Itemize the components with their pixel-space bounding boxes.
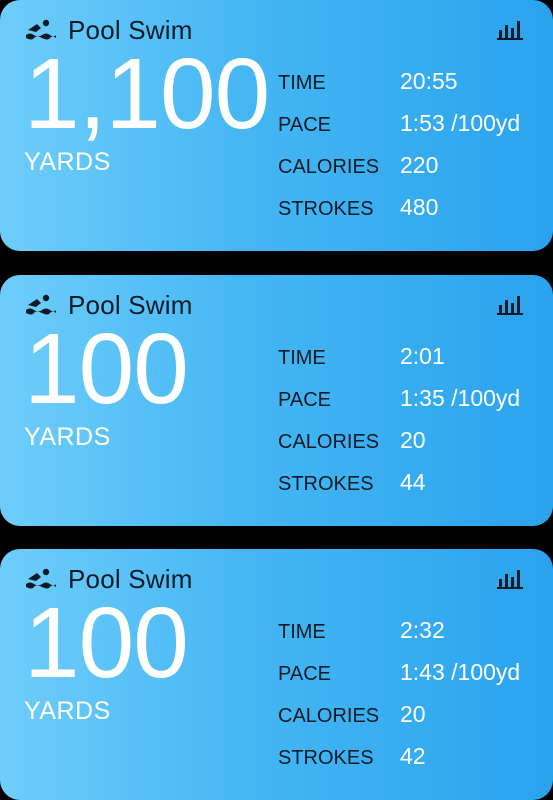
metric-value: 1:53 /100yd xyxy=(400,110,521,136)
metric-value: 2:01 xyxy=(400,343,445,369)
metric-label: PACE xyxy=(278,663,331,685)
metric-value: 480 xyxy=(400,194,439,220)
bar-chart-icon[interactable] xyxy=(497,18,523,40)
workout-card[interactable]: Pool Swim 100 YARDS TIME 2:01 PACE 1:35 … xyxy=(0,275,553,526)
metric-label: STROKES xyxy=(278,747,374,769)
metric-label: STROKES xyxy=(278,198,374,220)
distance-unit: YARDS xyxy=(24,697,111,725)
distance-value: 100 xyxy=(24,587,189,699)
metric-label: STROKES xyxy=(278,473,374,495)
workout-card[interactable]: Pool Swim 100 YARDS TIME 2:32 PACE 1:43 … xyxy=(0,549,553,800)
workout-card[interactable]: Pool Swim 1,100 YARDS TIME 20:55 PACE 1:… xyxy=(0,0,553,251)
metric-value: 1:43 /100yd xyxy=(400,659,521,685)
metric-value: 2:32 xyxy=(400,617,445,643)
metric-label: TIME xyxy=(278,621,326,643)
distance-unit: YARDS xyxy=(24,423,111,451)
metric-value: 42 xyxy=(400,743,426,769)
metric-value: 1:35 /100yd xyxy=(400,385,521,411)
metric-value: 44 xyxy=(400,469,426,495)
metric-value: 220 xyxy=(400,152,439,178)
metric-label: CALORIES xyxy=(278,156,380,178)
bar-chart-icon[interactable] xyxy=(497,567,523,589)
metric-value: 20 xyxy=(400,427,426,453)
metric-label: CALORIES xyxy=(278,705,380,727)
metric-label: TIME xyxy=(278,72,326,94)
distance-unit: YARDS xyxy=(24,148,111,176)
metric-value: 20 xyxy=(400,701,426,727)
metric-value: 20:55 xyxy=(400,68,458,94)
metric-label: PACE xyxy=(278,389,331,411)
bar-chart-icon[interactable] xyxy=(497,293,523,315)
distance-value: 100 xyxy=(24,313,189,425)
metric-label: CALORIES xyxy=(278,431,380,453)
distance-value: 1,100 xyxy=(24,38,270,150)
metric-label: PACE xyxy=(278,114,331,136)
metric-label: TIME xyxy=(278,347,326,369)
